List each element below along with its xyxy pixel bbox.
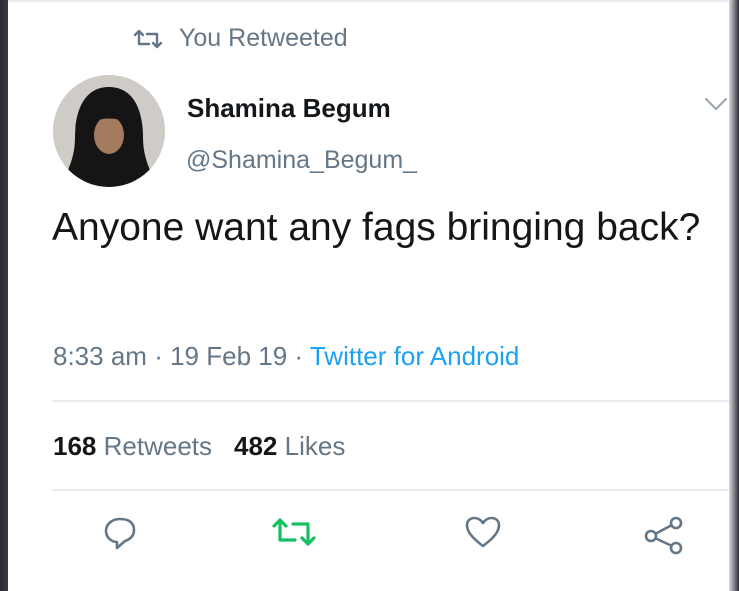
right-frame-edge (729, 0, 739, 591)
chevron-down-icon[interactable] (704, 96, 728, 112)
tweet-date: 19 Feb 19 (170, 341, 288, 371)
left-frame-edge (0, 0, 8, 591)
author-handle[interactable]: @Shamina_Begum_ (186, 146, 417, 175)
reply-button[interactable] (103, 515, 137, 551)
tweet-time: 8:33 am (53, 341, 147, 371)
top-divider (8, 0, 729, 2)
like-button[interactable] (464, 515, 502, 549)
likes-count: 482 (234, 431, 278, 461)
tweet-text: Anyone want any fags bringing back? (52, 206, 701, 249)
retweet-button[interactable] (270, 515, 318, 549)
meta-separator: · (154, 341, 163, 371)
like-icon (465, 516, 501, 548)
stats-bottom-divider (52, 489, 729, 491)
retweets-count: 168 (53, 431, 97, 461)
retweets-label: Retweets (103, 431, 213, 461)
tweet-stats: 168 Retweets 482 Likes (53, 431, 345, 462)
retweet-banner: You Retweeted (131, 24, 348, 53)
author-name[interactable]: Shamina Begum (187, 93, 391, 124)
tweet-source-link[interactable]: Twitter for Android (310, 341, 520, 371)
share-icon (644, 516, 683, 555)
avatar[interactable] (53, 75, 165, 187)
tweet-meta: 8:33 am · 19 Feb 19 · Twitter for Androi… (53, 341, 519, 372)
retweet-icon (133, 29, 163, 48)
reply-icon (104, 517, 136, 550)
tweet-actions (0, 515, 739, 565)
likes-label: Likes (284, 431, 346, 461)
retweet-banner-label: You Retweeted (179, 24, 348, 52)
meta-separator: · (294, 341, 304, 371)
retweets-stat[interactable]: 168 Retweets (53, 431, 212, 461)
retweet-icon (272, 518, 316, 546)
share-button[interactable] (642, 515, 686, 555)
stats-top-divider (52, 400, 729, 402)
likes-stat[interactable]: 482 Likes (234, 431, 345, 461)
